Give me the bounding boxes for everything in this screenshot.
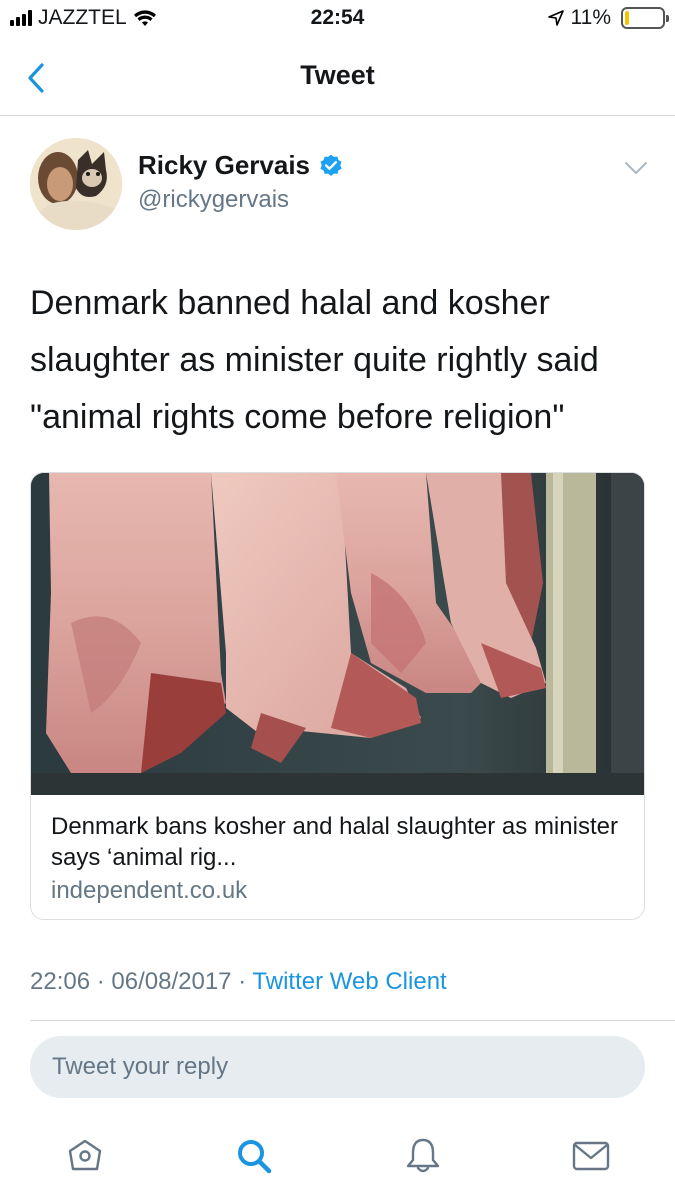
status-bar: JAZZTEL 22:54 11% bbox=[0, 0, 675, 40]
page-title: Tweet bbox=[300, 60, 375, 90]
battery-level bbox=[625, 11, 629, 25]
status-right: 11% bbox=[547, 6, 669, 30]
tweet-client-link[interactable]: Twitter Web Client bbox=[252, 968, 446, 995]
mail-icon bbox=[572, 1141, 610, 1171]
signal-icon bbox=[10, 10, 32, 26]
meta-separator: · bbox=[231, 968, 253, 995]
carrier-name: JAZZTEL bbox=[38, 6, 127, 29]
tab-bar bbox=[0, 1120, 675, 1200]
tweet-text: Denmark banned halal and kosher slaughte… bbox=[30, 284, 599, 436]
author-handle[interactable]: @rickygervais bbox=[138, 186, 289, 214]
verified-badge-icon bbox=[320, 154, 342, 176]
battery-percent: 11% bbox=[570, 6, 611, 29]
author-name-row: Ricky Gervais bbox=[138, 150, 344, 181]
bell-icon bbox=[406, 1138, 440, 1173]
wifi-icon bbox=[133, 10, 156, 26]
tweet-date: 06/08/2017 bbox=[111, 968, 232, 995]
tab-search[interactable] bbox=[232, 1134, 276, 1178]
avatar[interactable] bbox=[30, 138, 122, 230]
chevron-down-icon[interactable] bbox=[622, 158, 650, 178]
card-domain: independent.co.uk bbox=[51, 877, 248, 904]
nav-bar: Tweet bbox=[0, 40, 675, 116]
search-icon bbox=[238, 1140, 272, 1174]
status-left: JAZZTEL bbox=[10, 6, 157, 30]
reply-input[interactable] bbox=[30, 1036, 645, 1098]
card-title: Denmark bans kosher and halal slaughter … bbox=[51, 813, 618, 871]
battery-icon bbox=[621, 7, 669, 29]
card-image bbox=[31, 473, 644, 795]
home-icon bbox=[68, 1139, 102, 1171]
card-text: Denmark bans kosher and halal slaughter … bbox=[51, 811, 631, 906]
tab-messages[interactable] bbox=[569, 1134, 613, 1178]
divider bbox=[30, 1020, 675, 1021]
tab-home[interactable] bbox=[63, 1134, 107, 1178]
tweet-meta: 22:06 · 06/08/2017 · Twitter Web Client bbox=[30, 968, 447, 996]
author-name[interactable]: Ricky Gervais bbox=[138, 150, 310, 181]
tweet-time: 22:06 bbox=[30, 968, 91, 995]
tweet-author: Ricky Gervais @rickygervais bbox=[30, 138, 650, 234]
avatar-image bbox=[30, 138, 122, 230]
tab-notifications[interactable] bbox=[401, 1134, 445, 1178]
reply-box bbox=[30, 1036, 645, 1098]
link-card[interactable]: Denmark bans kosher and halal slaughter … bbox=[30, 472, 645, 920]
location-arrow-icon bbox=[547, 10, 564, 26]
meta-separator: · bbox=[90, 968, 112, 995]
